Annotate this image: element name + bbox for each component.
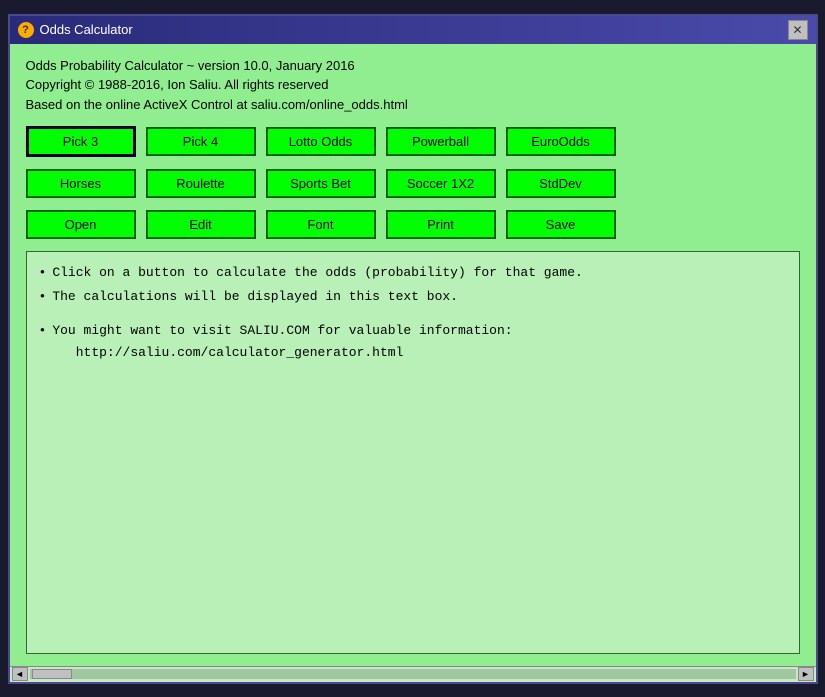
text-line-1-text: Click on a button to calculate the odds … <box>52 262 583 284</box>
powerball-button[interactable]: Powerball <box>386 127 496 156</box>
header-line1: Odds Probability Calculator ~ version 10… <box>26 56 800 76</box>
header-info: Odds Probability Calculator ~ version 10… <box>26 56 800 115</box>
title-bar: ? Odds Calculator ✕ <box>10 16 816 44</box>
header-line3: Based on the online ActiveX Control at s… <box>26 95 800 115</box>
lotto-odds-button[interactable]: Lotto Odds <box>266 127 376 156</box>
bullet-1: • <box>39 262 47 284</box>
bullet-2: • <box>39 286 47 308</box>
window-title: Odds Calculator <box>40 22 133 37</box>
stdDev-button[interactable]: StdDev <box>506 169 616 198</box>
bullet-3: • <box>39 320 47 364</box>
window-content: Odds Probability Calculator ~ version 10… <box>10 44 816 666</box>
close-button[interactable]: ✕ <box>788 20 808 40</box>
font-button[interactable]: Font <box>266 210 376 239</box>
open-button[interactable]: Open <box>26 210 136 239</box>
scroll-right-arrow[interactable]: ► <box>798 667 814 681</box>
pick3-button[interactable]: Pick 3 <box>26 126 136 157</box>
print-button[interactable]: Print <box>386 210 496 239</box>
scroll-left-arrow[interactable]: ◄ <box>12 667 28 681</box>
spacer <box>39 310 787 320</box>
text-line-2: • The calculations will be displayed in … <box>39 286 787 308</box>
header-line2: Copyright © 1988-2016, Ion Saliu. All ri… <box>26 75 800 95</box>
soccer-button[interactable]: Soccer 1X2 <box>386 169 496 198</box>
title-bar-left: ? Odds Calculator <box>18 22 133 38</box>
text-content: • Click on a button to calculate the odd… <box>39 262 787 364</box>
horses-button[interactable]: Horses <box>26 169 136 198</box>
app-icon: ? <box>18 22 34 38</box>
text-line-1: • Click on a button to calculate the odd… <box>39 262 787 284</box>
button-row-1: Pick 3 Pick 4 Lotto Odds Powerball EuroO… <box>26 126 800 157</box>
edit-button[interactable]: Edit <box>146 210 256 239</box>
text-line-3-text: You might want to visit SALIU.COM for va… <box>52 320 512 364</box>
main-window: ? Odds Calculator ✕ Odds Probability Cal… <box>8 14 818 684</box>
button-row-2: Horses Roulette Sports Bet Soccer 1X2 St… <box>26 169 800 198</box>
scroll-thumb[interactable] <box>32 669 72 679</box>
button-row-3: Open Edit Font Print Save <box>26 210 800 239</box>
text-line-3: • You might want to visit SALIU.COM for … <box>39 320 787 364</box>
pick4-button[interactable]: Pick 4 <box>146 127 256 156</box>
text-line-2-text: The calculations will be displayed in th… <box>52 286 458 308</box>
horizontal-scrollbar[interactable]: ◄ ► <box>10 666 816 682</box>
euroOdds-button[interactable]: EuroOdds <box>506 127 616 156</box>
sports-bet-button[interactable]: Sports Bet <box>266 169 376 198</box>
save-button[interactable]: Save <box>506 210 616 239</box>
scroll-track[interactable] <box>30 669 796 679</box>
roulette-button[interactable]: Roulette <box>146 169 256 198</box>
output-textarea[interactable]: • Click on a button to calculate the odd… <box>26 251 800 654</box>
